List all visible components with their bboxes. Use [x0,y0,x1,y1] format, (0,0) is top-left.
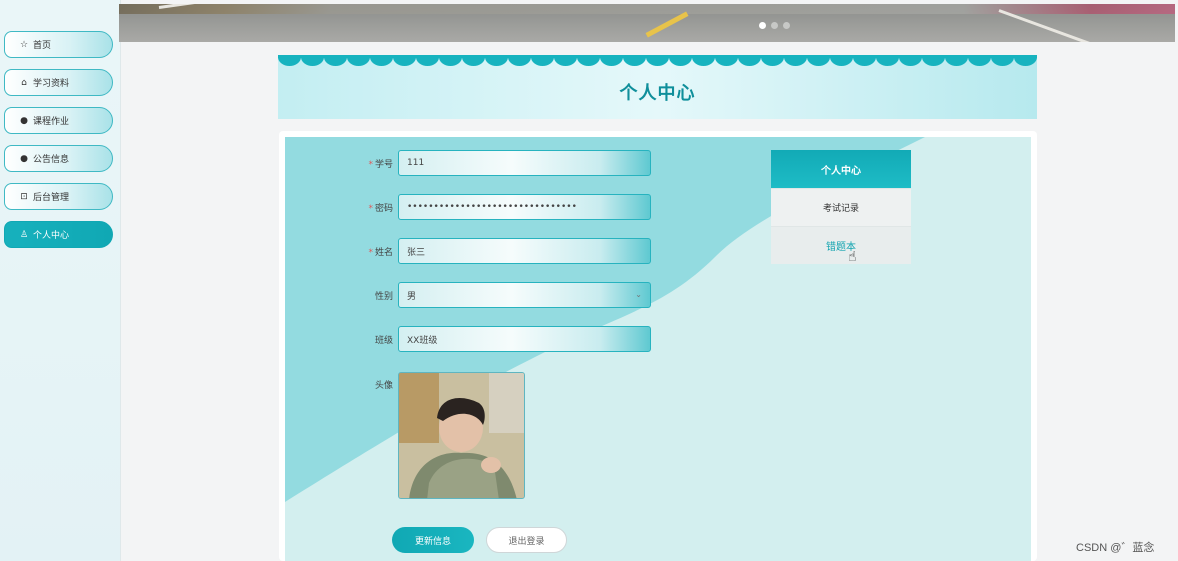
carousel-dots [759,22,790,29]
profile-panel-body: * 学号 111 * 密码 ••••••••••••••••••••••••••••… [285,137,1031,561]
sidebar-item-announcements[interactable]: ● 公告信息 [4,145,113,172]
info-icon: ● [20,115,28,126]
sidebar-nav: ☆ 首页 ⌂ 学习资料 ● 课程作业 ● 公告信息 ⊡ 后台管理 ♙ 个人中心 [0,0,121,561]
class-label: 班级 [374,336,393,346]
chevron-down-icon: ⌄ [635,290,642,299]
watermark: CSDN @゛蓝念 [1076,542,1155,554]
menu-header[interactable]: 个人中心 [771,150,911,188]
logout-button[interactable]: 退出登录 [486,527,567,553]
gender-select-value: 男 [407,291,417,302]
update-info-button[interactable]: 更新信息 [392,527,474,553]
password-label: * 密码 [368,204,393,214]
sidebar-item-course-homework[interactable]: ● 课程作业 [4,107,113,134]
banner-carousel [119,4,1175,42]
avatar-image [399,373,524,498]
avatar-upload[interactable] [398,372,525,499]
student-id-input[interactable]: 111 [398,150,651,176]
avatar-label: 头像 [374,381,393,391]
gender-label: 性别 [374,292,393,302]
banner-image [119,4,1175,14]
personal-center-menu: 个人中心 考试记录 错题本 [771,150,911,264]
page-root: ☆ 首页 ⌂ 学习资料 ● 课程作业 ● 公告信息 ⊡ 后台管理 ♙ 个人中心 [0,0,1178,561]
name-input[interactable]: 张三 [398,238,651,264]
sidebar-item-personal-center[interactable]: ♙ 个人中心 [4,221,113,248]
sidebar-item-label: 后台管理 [33,193,70,203]
menu-item-wrong-questions[interactable]: 错题本 [771,226,911,264]
sidebar-item-admin[interactable]: ⊡ 后台管理 [4,183,113,210]
profile-panel: * 学号 111 * 密码 ••••••••••••••••••••••••••••… [279,131,1037,561]
sidebar-item-label: 首页 [33,41,52,51]
name-label: * 姓名 [368,248,393,258]
carousel-dot[interactable] [783,22,790,29]
star-icon: ☆ [19,39,29,50]
sidebar-item-study-materials[interactable]: ⌂ 学习资料 [4,69,113,96]
sidebar-item-label: 公告信息 [33,155,70,165]
class-input[interactable]: XX班级 [398,326,651,352]
carousel-dot[interactable] [759,22,766,29]
page-title: 个人中心 [619,83,696,104]
wave-background [285,137,925,502]
sidebar-item-label: 课程作业 [33,117,70,127]
sidebar-item-label: 个人中心 [33,231,70,241]
password-input[interactable]: •••••••••••••••••••••••••••••••• [398,194,651,220]
sidebar-item-home[interactable]: ☆ 首页 [4,31,113,58]
student-id-label: * 学号 [368,160,393,170]
user-icon: ♙ [19,229,29,240]
sidebar-item-label: 学习资料 [33,79,70,89]
carousel-dot[interactable] [771,22,778,29]
gender-select[interactable]: 男 ⌄ [398,282,651,308]
scallop-border [278,55,1037,66]
question-icon: ● [20,153,28,164]
page-header: 个人中心 [278,55,1037,119]
lock-icon: ⌂ [21,77,27,88]
gift-icon: ⊡ [20,191,28,202]
menu-item-exam-records[interactable]: 考试记录 [771,188,911,226]
pointer-hand-icon: ☝ [848,249,857,265]
